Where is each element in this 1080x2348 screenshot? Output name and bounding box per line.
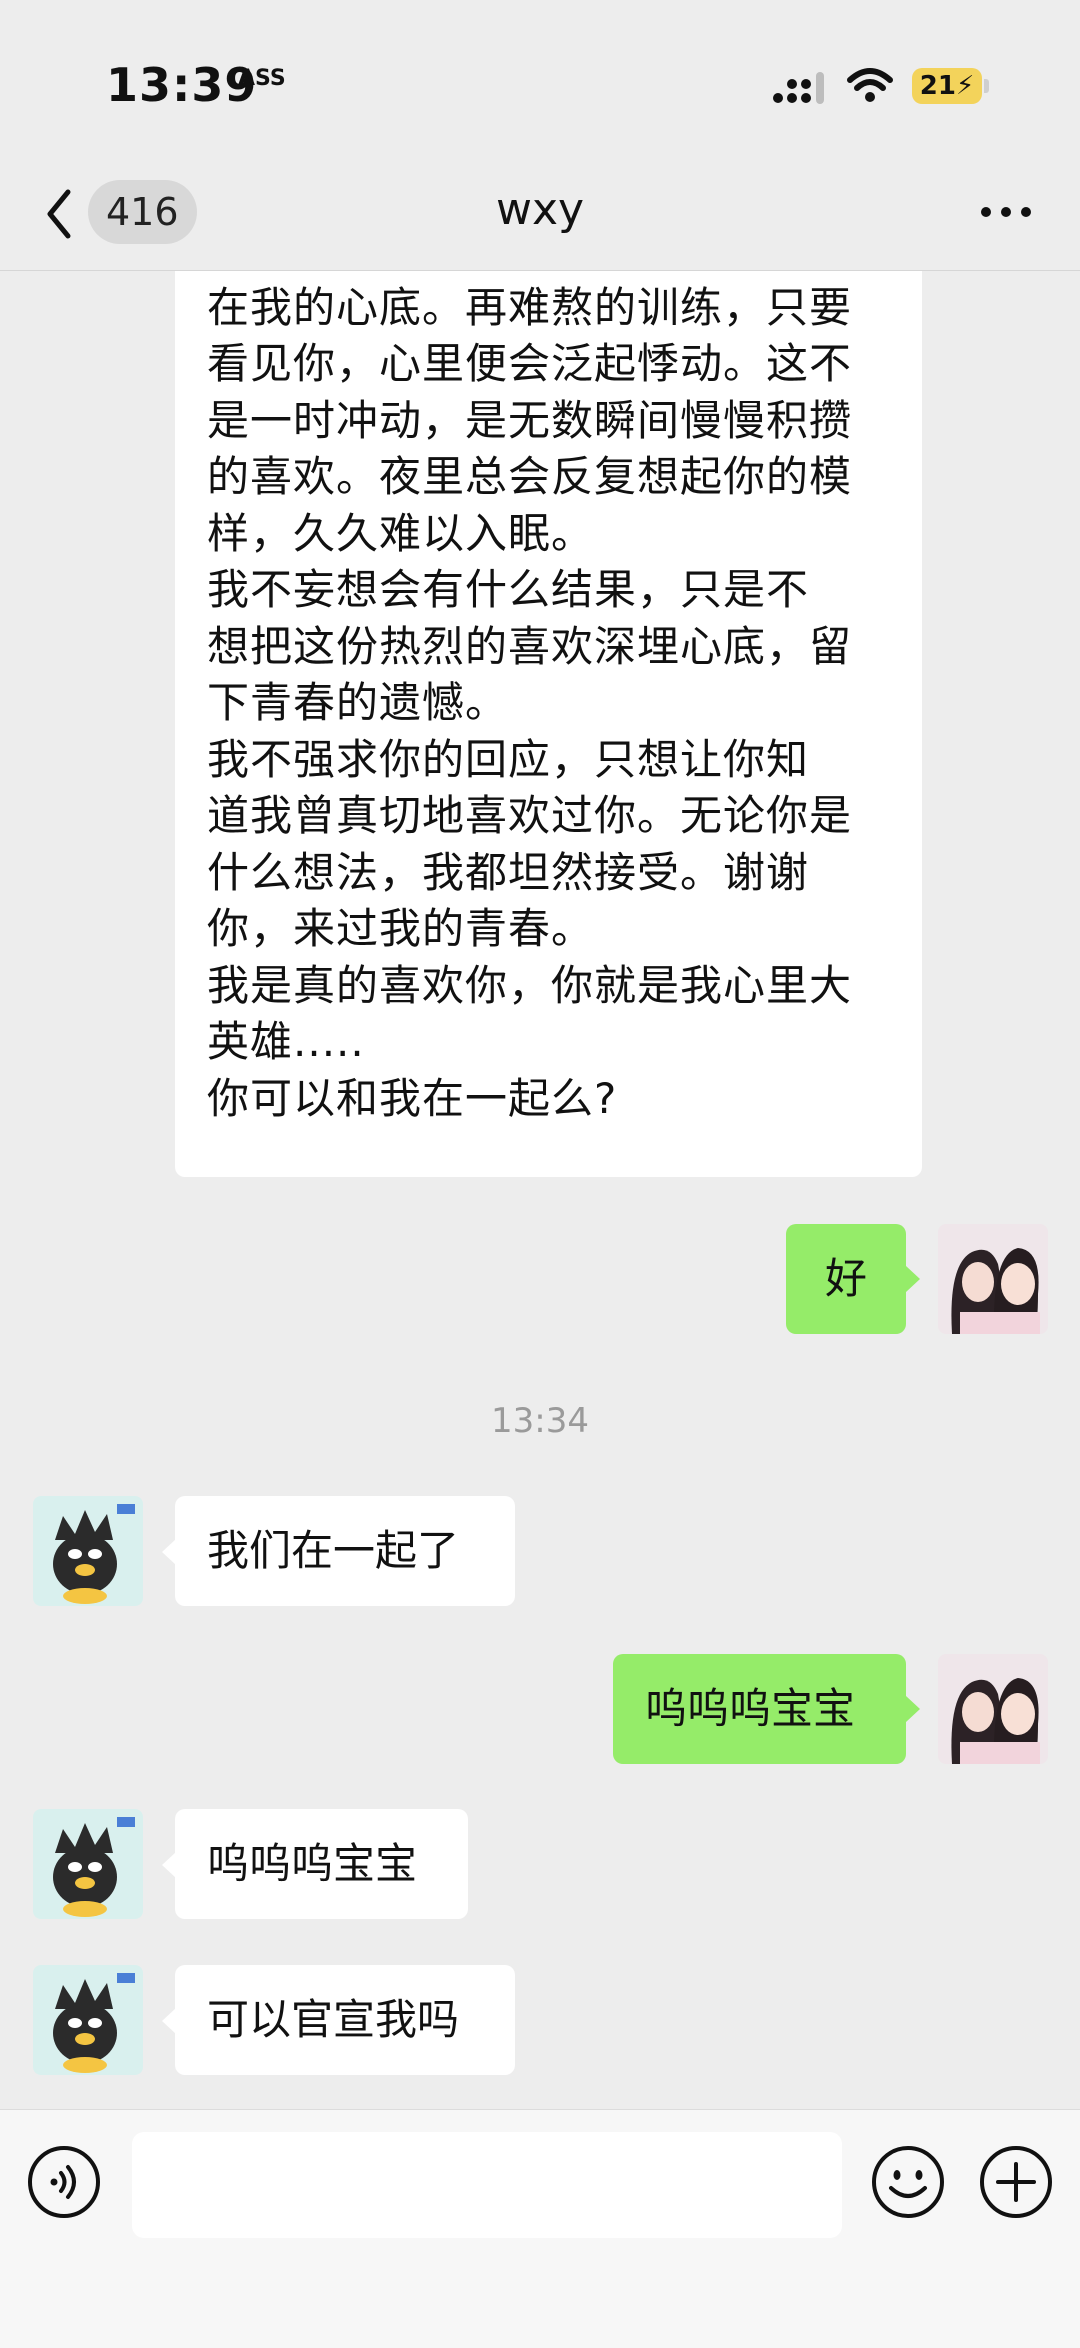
battery-indicator: 21⚡ (912, 68, 982, 104)
long-message-bubble[interactable]: 身体。那些细碎的瞬间，一点点留在我的心底。再难熬的训练，只要看见你，心里便会泛起… (175, 271, 922, 1177)
message-text: 好 (824, 1254, 867, 1303)
nav-bar: 416 wxy (0, 170, 1080, 270)
penguin-cartoon-avatar-icon (33, 1496, 143, 1606)
message-input[interactable] (132, 2132, 842, 2238)
message-line: 我是真的喜欢你，你就是我心里大 (207, 960, 853, 1010)
message-line: 看见你，心里便会泛起悸动。这不 (207, 339, 853, 388)
plus-icon[interactable] (978, 2144, 1054, 2220)
message-line: 你可以和我在一起么? (207, 1073, 618, 1123)
message-text: 呜呜呜宝宝 (645, 1684, 856, 1733)
chat-title: wxy (495, 184, 585, 235)
message-line: 样，久久难以入眠。 (207, 508, 595, 558)
charging-bolt-icon: ⚡ (955, 71, 975, 101)
message-line: 我不强求你的回应，只想让你知 (207, 734, 810, 784)
message-line: 是一时冲动，是无数瞬间慢慢积攒 (207, 395, 853, 445)
girl-photo-avatar-icon (938, 1654, 1048, 1764)
status-extra-label: ASS (238, 66, 286, 91)
bubble-tail (906, 1696, 920, 1722)
contact-message[interactable]: 可以官宣我吗 (175, 1965, 515, 2075)
message-line: 英雄..... (207, 1017, 365, 1066)
message-text: 我们在一起了 (207, 1526, 460, 1575)
message-line: 的喜欢。夜里总会反复想起你的模 (207, 452, 853, 501)
emoji-icon[interactable] (870, 2144, 946, 2220)
voice-icon[interactable] (26, 2144, 102, 2220)
contact-avatar[interactable] (33, 1809, 143, 1919)
chat-area[interactable]: 身体。那些细碎的瞬间，一点点留在我的心底。再难熬的训练，只要看见你，心里便会泛起… (0, 271, 1080, 2109)
my-avatar[interactable] (938, 1224, 1048, 1334)
my-message-crying[interactable]: 呜呜呜宝宝 (613, 1654, 906, 1764)
contact-message[interactable]: 呜呜呜宝宝 (175, 1809, 468, 1919)
message-line: 我不妄想会有什么结果，只是不 (207, 565, 810, 614)
message-line: 你，来过我的青春。 (207, 904, 595, 953)
contact-avatar[interactable] (33, 1965, 143, 2075)
battery-level: 21 (919, 71, 956, 101)
status-time: 13:39 (106, 58, 258, 112)
wifi-icon (847, 68, 893, 102)
my-avatar[interactable] (938, 1654, 1048, 1764)
message-line: 身体。那些细碎的瞬间，一点点留 (207, 271, 886, 280)
girl-photo-avatar-icon (938, 1224, 1048, 1334)
bubble-tail (906, 1266, 920, 1292)
my-message-ok[interactable]: 好 (786, 1224, 906, 1334)
status-bar: 13:39 ASS 21⚡ (0, 0, 1080, 170)
bubble-tail (162, 1539, 176, 1565)
message-line: 道我曾真切地喜欢过你。无论你是 (207, 791, 853, 840)
message-text: 可以官宣我吗 (207, 1995, 460, 2044)
message-text: 呜呜呜宝宝 (207, 1839, 418, 1888)
message-line: 下青春的遗憾。 (207, 678, 509, 727)
penguin-cartoon-avatar-icon (33, 1809, 143, 1919)
more-icon[interactable] (978, 192, 1034, 232)
contact-message[interactable]: 我们在一起了 (175, 1496, 515, 1606)
battery-tip (984, 79, 989, 93)
input-bar (0, 2109, 1080, 2348)
message-line: 什么想法，我都坦然接受。谢谢 (207, 847, 810, 897)
bubble-tail (162, 2008, 176, 2034)
contact-avatar[interactable] (33, 1496, 143, 1606)
chat-timestamp: 13:34 (491, 1401, 589, 1441)
signal-icon (773, 72, 824, 104)
message-line: 在我的心底。再难熬的训练，只要 (207, 282, 853, 332)
penguin-cartoon-avatar-icon (33, 1965, 143, 2075)
bubble-tail (162, 1852, 176, 1878)
message-line: 想把这份热烈的喜欢深埋心底，留 (207, 621, 853, 671)
